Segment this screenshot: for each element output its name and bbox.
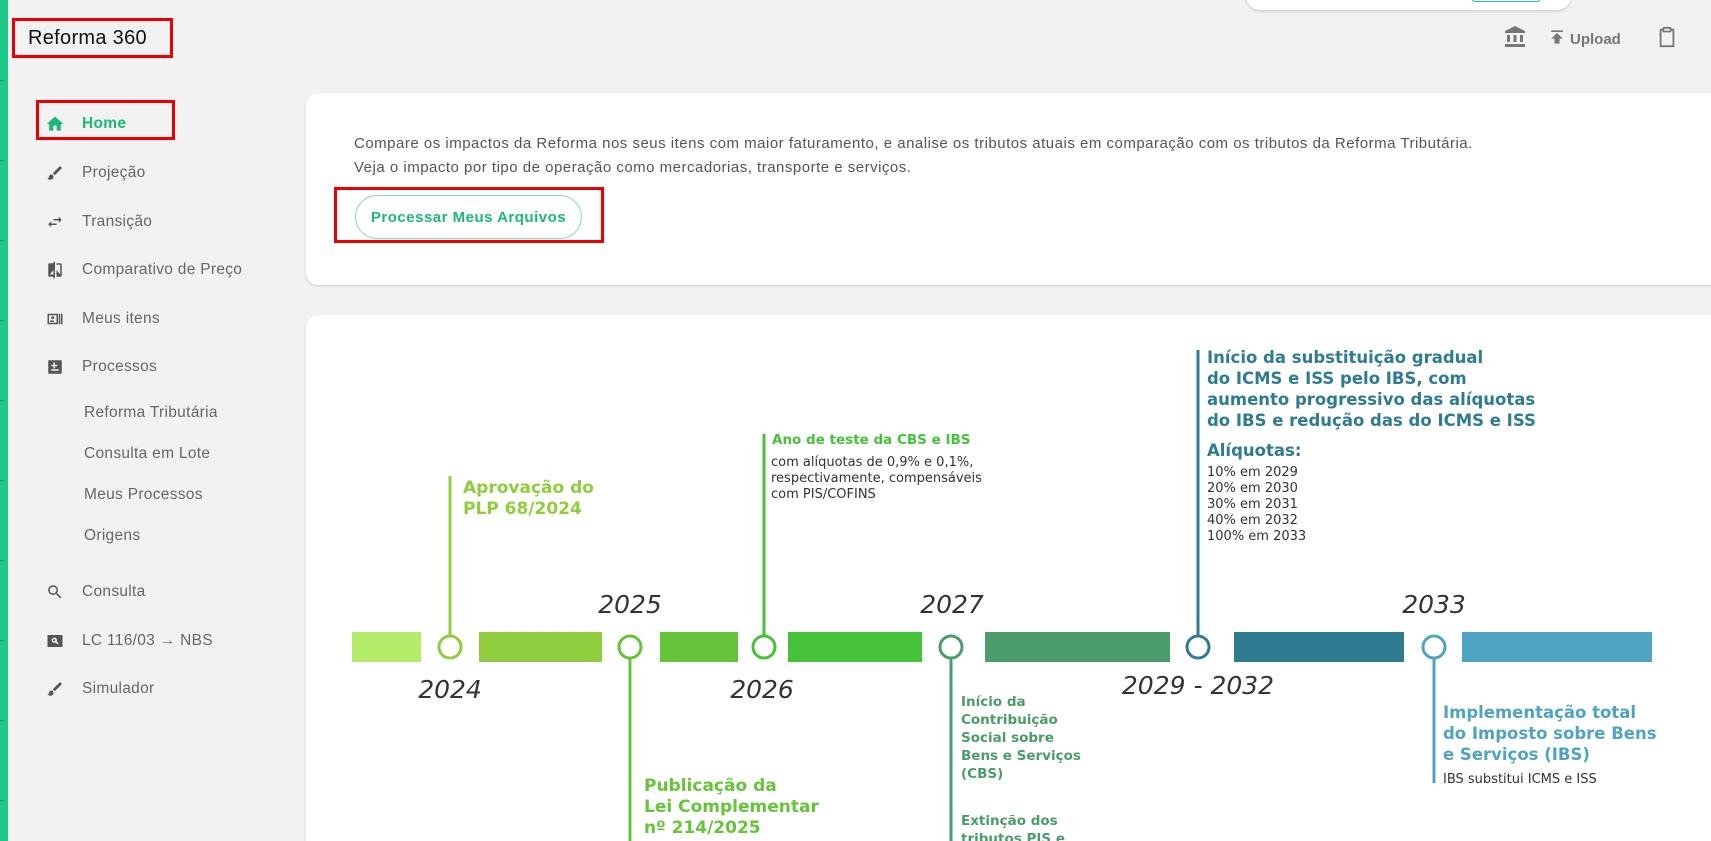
clipboard-icon[interactable]: [1656, 24, 1678, 55]
segment-2033: [1462, 632, 1652, 662]
sidebar-item-label: Home: [82, 115, 127, 132]
svg-text:Extinção dos: Extinção dos: [961, 813, 1058, 829]
svg-text:30% em 2031: 30% em 2031: [1207, 497, 1298, 512]
year-2026: 2026: [730, 675, 794, 704]
segment-2024-b: [479, 632, 602, 662]
sidebar: Home Projeção Transição Comparativo de P…: [8, 0, 298, 841]
compare-icon: [44, 259, 66, 281]
svg-text:respectivamente, compensáveis: respectivamente, compensáveis: [771, 471, 982, 486]
svg-text:Início da substituição gradual: Início da substituição gradual: [1207, 348, 1483, 367]
milestone-2033: [1421, 634, 1447, 660]
home-icon: [44, 113, 66, 135]
svg-text:Lei Complementar: Lei Complementar: [644, 797, 819, 817]
sidebar-item-label: Projeção: [82, 164, 146, 181]
svg-text:Ano de teste da CBS e IBS: Ano de teste da CBS e IBS: [772, 432, 971, 448]
milestone-2025: [617, 634, 643, 660]
processar-arquivos-button[interactable]: Processar Meus Arquivos: [355, 195, 582, 239]
sidebar-item-processos[interactable]: Processos: [44, 352, 157, 382]
sidebar-item-lc-nbs[interactable]: LC 116/03 → NBS: [44, 626, 213, 656]
event-ano-teste: Ano de teste da CBS e IBS com alíquotas …: [771, 432, 982, 502]
sidebar-item-consulta[interactable]: Consulta: [44, 577, 146, 607]
svg-text:Contribuição: Contribuição: [961, 712, 1058, 728]
event-cbs: Início da Contribuição Social sobre Bens…: [961, 694, 1081, 841]
svg-text:IBS substitui ICMS e ISS: IBS substitui ICMS e ISS: [1443, 772, 1597, 787]
svg-text:100% em 2033: 100% em 2033: [1207, 529, 1306, 544]
year-2025: 2025: [598, 590, 662, 619]
sidebar-item-label: Transição: [82, 213, 153, 230]
milestone-2026: [751, 634, 777, 660]
sidebar-item-label: Meus itens: [82, 310, 160, 327]
svg-text:10% em 2029: 10% em 2029: [1207, 465, 1298, 480]
svg-text:aumento progressivo das alíquo: aumento progressivo das alíquotas: [1207, 390, 1535, 409]
segment-2025: [660, 632, 738, 662]
swap-icon: [44, 211, 66, 233]
svg-text:com alíquotas de 0,9% e 0,1%,: com alíquotas de 0,9% e 0,1%,: [771, 455, 973, 470]
svg-text:Bens e Serviços: Bens e Serviços: [961, 748, 1081, 764]
event-lei-complementar: Publicação da Lei Complementar nº 214/20…: [644, 776, 819, 838]
screen-search-icon: [44, 630, 66, 652]
sidebar-subitem-reforma-tributaria[interactable]: Reforma Tributária: [84, 404, 218, 422]
sidebar-item-meus-itens[interactable]: Meus itens: [44, 304, 160, 334]
event-substituicao: Início da substituição gradual do ICMS e…: [1207, 348, 1536, 544]
svg-text:com PIS/COFINS: com PIS/COFINS: [771, 487, 876, 502]
search-icon: [44, 581, 66, 603]
svg-text:do ICMS e ISS pelo IBS, com: do ICMS e ISS pelo IBS, com: [1207, 369, 1467, 388]
svg-text:(CBS): (CBS): [961, 766, 1003, 782]
sidebar-item-label: Comparativo de Preço: [82, 261, 243, 278]
event-plp: Aprovação do PLP 68/2024: [463, 478, 594, 519]
intro-text-line1: Compare os impactos da Reforma nos seus …: [354, 135, 1473, 152]
brush-icon: [44, 678, 66, 700]
upload-icon[interactable]: [1547, 26, 1567, 53]
timeline-graphic: 2024 2025 2026 2027 2029 - 2032 2033 Apr…: [352, 348, 1657, 841]
milestone-2027: [938, 634, 964, 660]
svg-text:do IBS e redução das do ICMS e: do IBS e redução das do ICMS e ISS: [1207, 411, 1536, 430]
bank-icon[interactable]: [1503, 25, 1527, 54]
year-2033: 2033: [1402, 590, 1466, 619]
sidebar-item-transicao[interactable]: Transição: [44, 207, 152, 237]
accent-strip: [0, 0, 8, 841]
svg-text:40% em 2032: 40% em 2032: [1207, 513, 1298, 528]
svg-text:e Serviços (IBS): e Serviços (IBS): [1443, 745, 1590, 764]
svg-text:Alíquotas:: Alíquotas:: [1207, 441, 1301, 460]
svg-text:Início da: Início da: [961, 694, 1026, 710]
id-card-icon: [44, 308, 66, 330]
segment-2027: [985, 632, 1170, 662]
intro-text-line2: Veja o impacto por tipo de operação como…: [354, 159, 912, 176]
sidebar-item-label: LC 116/03 → NBS: [82, 632, 213, 649]
segment-2024-a: [352, 632, 421, 662]
svg-text:Aprovação do: Aprovação do: [463, 478, 594, 498]
event-ibs: Implementação total do Imposto sobre Ben…: [1443, 703, 1657, 787]
segment-2026: [788, 632, 922, 662]
svg-text:PLP 68/2024: PLP 68/2024: [463, 499, 582, 519]
puzzle-icon: [44, 356, 66, 378]
svg-text:20% em 2030: 20% em 2030: [1207, 481, 1298, 496]
year-2027: 2027: [920, 590, 984, 619]
timeline-card: 2024 2025 2026 2027 2029 - 2032 2033 Apr…: [306, 315, 1711, 841]
svg-text:Publicação da: Publicação da: [644, 776, 777, 796]
sidebar-item-label: Simulador: [82, 680, 155, 697]
brush-icon: [44, 162, 66, 184]
sidebar-item-projecao[interactable]: Projeção: [44, 158, 146, 188]
year-2029-2032: 2029 - 2032: [1122, 671, 1274, 700]
sidebar-item-simulador[interactable]: Simulador: [44, 674, 154, 704]
sidebar-item-label: Consulta: [82, 583, 146, 600]
upload-button[interactable]: Upload: [1570, 31, 1621, 48]
svg-text:Social sobre: Social sobre: [961, 730, 1054, 746]
svg-text:do Imposto sobre Bens: do Imposto sobre Bens: [1443, 724, 1657, 743]
svg-text:nº 214/2025: nº 214/2025: [644, 818, 761, 838]
sidebar-subitem-consulta-em-lote[interactable]: Consulta em Lote: [84, 445, 210, 463]
sidebar-item-label: Processos: [82, 358, 158, 375]
year-2024: 2024: [418, 675, 482, 704]
sidebar-item-home[interactable]: Home: [44, 109, 126, 139]
svg-text:tributos PIS e: tributos PIS e: [961, 831, 1065, 841]
sidebar-item-comparativo[interactable]: Comparativo de Preço: [44, 255, 242, 285]
sidebar-subitem-origens[interactable]: Origens: [84, 527, 140, 545]
sidebar-subitem-meus-processos[interactable]: Meus Processos: [84, 486, 203, 504]
segment-2029: [1234, 632, 1404, 662]
milestone-2029: [1185, 634, 1211, 660]
milestone-2024: [437, 634, 463, 660]
top-popup: [1246, 0, 1571, 10]
svg-text:Implementação total: Implementação total: [1443, 703, 1636, 722]
